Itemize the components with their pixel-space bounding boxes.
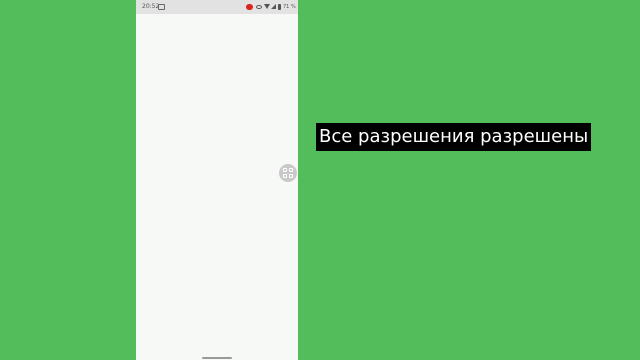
- status-time: 20:52: [142, 3, 160, 10]
- signal-icon: [271, 4, 276, 9]
- phone-screen: 20:52 71 %: [136, 0, 298, 360]
- grid-icon: [283, 168, 287, 172]
- battery-percent: 71 %: [283, 4, 296, 10]
- grid-icon-part: [283, 174, 287, 178]
- battery-icon: [278, 4, 281, 10]
- wifi-icon: [264, 4, 270, 9]
- home-indicator[interactable]: [202, 357, 232, 359]
- status-bar: 20:52 71 %: [136, 0, 298, 14]
- screen-record-icon[interactable]: [246, 4, 253, 10]
- grid-icon-part: [289, 168, 293, 172]
- caption-text: Все разрешения разрешены: [316, 123, 592, 151]
- grid-icon-part: [289, 174, 293, 178]
- floating-grid-button[interactable]: [279, 164, 297, 182]
- eye-icon: [256, 5, 262, 9]
- cast-icon: [158, 4, 165, 10]
